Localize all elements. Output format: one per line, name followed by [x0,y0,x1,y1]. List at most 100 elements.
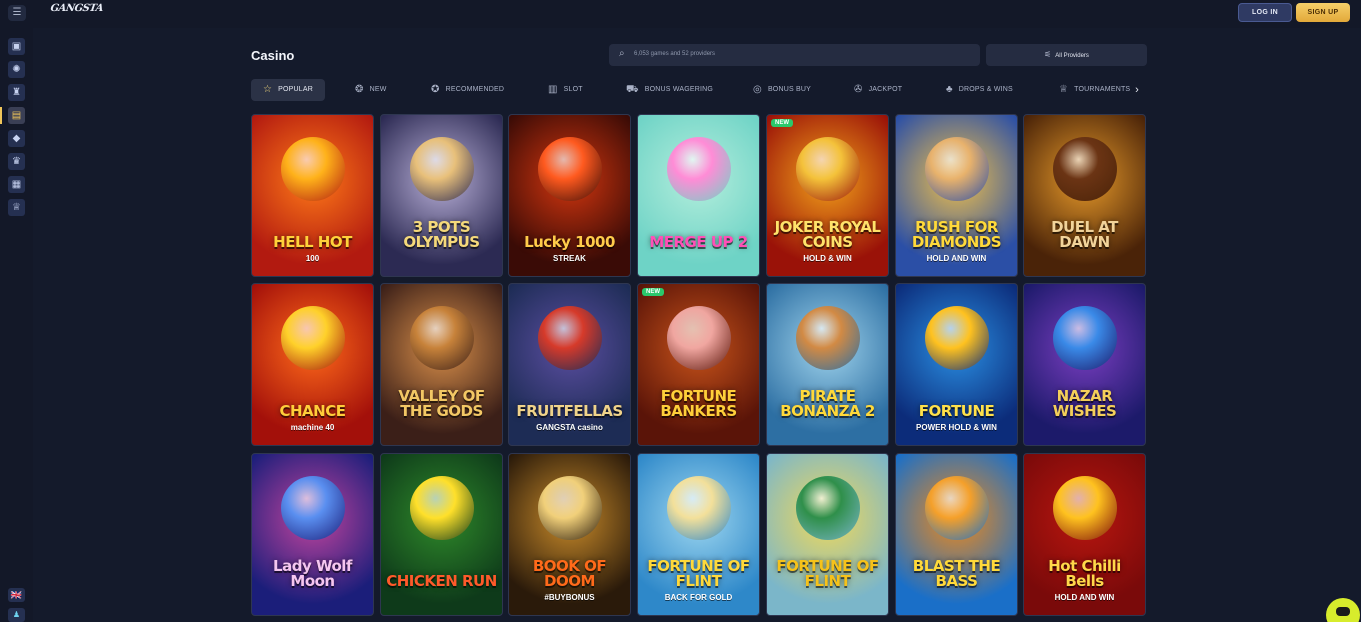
star-icon: ☆ [263,84,273,95]
game-title: CHICKEN RUN [386,572,497,590]
game-tile[interactable]: FORTUNE BANKERS NEW [637,283,760,446]
game-title: HELL HOT [273,233,352,251]
game-tile[interactable]: FORTUNE OF FLINT [766,453,889,616]
search-icon: ⌕ [619,48,625,59]
search-placeholder: 6,053 games and 52 providers [634,51,716,57]
game-tile[interactable]: Lady Wolf Moon [251,453,374,616]
search-input[interactable]: ⌕ 6,053 games and 52 providers [609,44,980,66]
slot-machine-icon[interactable]: ▤ [8,107,25,124]
tab-label: POPULAR [278,86,314,93]
game-artwork [537,137,602,201]
all-providers-button[interactable]: ⚟ All Providers [986,44,1147,66]
game-title: DUEL AT DAWN [1051,218,1118,251]
game-artwork [795,137,860,201]
game-tile[interactable]: MERGE UP 2 [637,114,760,277]
tab-label: JACKPOT [868,86,903,93]
game-tile[interactable]: FORTUNE OF FLINT BACK FOR GOLD [637,453,760,616]
tab-label: BONUS BUY [767,86,811,93]
game-artwork [924,137,989,201]
game-subtitle: POWER HOLD & WIN [916,423,997,432]
game-title: MERGE UP 2 [649,233,748,251]
tab-bonus-wagering[interactable]: ⛟ BONUS WAGERING [626,79,713,101]
tab-label: DROPS & WINS [958,86,1013,93]
game-title: FORTUNE [918,402,995,420]
game-artwork [795,476,860,540]
gift-icon[interactable]: ▣ [8,38,25,55]
game-artwork [924,476,989,540]
game-title: VALLEY OF THE GODS [398,387,485,420]
game-tile[interactable]: CHANCE machine 40 [251,283,374,446]
new-badge: NEW [771,119,793,127]
tab-drops-wins[interactable]: ♣ DROPS & WINS [946,79,1013,101]
tab-tournaments[interactable]: ♕ TOURNAMENTS [1059,79,1130,101]
bonus-icon: ⛟ [626,84,639,95]
tab-popular[interactable]: ☆ POPULAR [251,79,326,101]
game-tile[interactable]: BLAST THE BASS [895,453,1018,616]
slot-icon: ▥ [548,84,558,95]
game-tile[interactable]: PIRATE BONANZA 2 [766,283,889,446]
game-title: PIRATE BONANZA 2 [780,387,875,420]
tab-new[interactable]: ❂ NEW [355,79,387,101]
crown-icon[interactable]: ♕ [8,199,25,216]
game-title: JOKER ROYAL COINS [774,218,881,251]
coins-icon: ◎ [753,84,762,95]
chat-icon[interactable] [1326,598,1360,622]
game-tile[interactable]: CHICKEN RUN [380,453,503,616]
game-tile[interactable]: Hot Chilli Bells HOLD AND WIN [1023,453,1146,616]
sidebar-bottom-icon[interactable]: ♟ [8,608,25,622]
game-title: RUSH FOR DIAMONDS [911,218,1002,251]
new-badge: NEW [642,288,664,296]
wheel-icon[interactable]: ✺ [8,61,25,78]
game-artwork [1052,306,1117,370]
game-artwork [924,306,989,370]
game-tile[interactable]: Lucky 1000 STREAK [508,114,631,277]
tab-jackpot[interactable]: ✇ JACKPOT [854,79,902,101]
jackpot-icon: ✇ [854,84,863,95]
game-subtitle: #BUYBONUS [544,593,595,602]
game-tile[interactable]: FORTUNE POWER HOLD & WIN [895,283,1018,446]
drops-icon: ♣ [946,84,953,95]
game-artwork [537,306,602,370]
trophy-icon: ♕ [1059,84,1069,95]
game-title: FRUITFELLAS [516,402,623,420]
game-artwork [1052,476,1117,540]
game-artwork [409,137,474,201]
sidebar-active-marker [0,107,2,124]
login-button[interactable]: LOG IN [1238,3,1292,22]
tab-slot[interactable]: ▥ SLOT [548,79,583,101]
game-tile[interactable]: 3 POTS OLYMPUS [380,114,503,277]
game-tile[interactable]: NAZAR WISHES [1023,283,1146,446]
game-tile[interactable]: DUEL AT DAWN [1023,114,1146,277]
game-artwork [537,476,602,540]
all-providers-label: All Providers [1055,53,1089,59]
tab-label: NEW [369,86,387,93]
game-title: FORTUNE OF FLINT [647,557,750,590]
game-artwork [280,306,345,370]
game-subtitle: STREAK [553,254,586,263]
tab-bonus-buy[interactable]: ◎ BONUS BUY [753,79,811,101]
game-tile[interactable]: RUSH FOR DIAMONDS HOLD AND WIN [895,114,1018,277]
language-flag-icon[interactable]: 🇬🇧 [8,588,25,602]
chevron-right-icon[interactable]: › [1130,80,1144,100]
logo[interactable]: GANGSTA [49,3,104,21]
game-tile[interactable]: HELL HOT 100 [251,114,374,277]
category-tabs: ☆ POPULAR ❂ NEW ✪ RECOMMENDED ▥ SLOT ⛟ BONUS WAGE… [251,79,1131,101]
shop-icon[interactable]: ▦ [8,176,25,193]
rocket-icon[interactable]: ♜ [8,84,25,101]
tab-recommended[interactable]: ✪ RECOMMENDED [431,79,504,101]
menu-icon[interactable]: ☰ [8,5,26,21]
trophy-icon[interactable]: ♛ [8,153,25,170]
game-tile[interactable]: FRUITFELLAS GANGSTA casino [508,283,631,446]
game-subtitle: machine 40 [290,423,335,432]
game-tile[interactable]: VALLEY OF THE GODS [380,283,503,446]
game-title: Lady Wolf Moon [273,557,352,590]
game-artwork [666,306,731,370]
game-tile[interactable]: BOOK OF DOOM #BUYBONUS [508,453,631,616]
game-title: FORTUNE OF FLINT [776,557,879,590]
signup-button[interactable]: SIGN UP [1296,3,1350,22]
game-artwork [795,306,860,370]
badge-icon: ✪ [431,84,440,95]
game-tile[interactable]: JOKER ROYAL COINS HOLD & WIN NEW [766,114,889,277]
sidebar: ▣ ✺ ♜ ▤ ◆ ♛ ▦ ♕ [0,28,33,622]
diamond-icon[interactable]: ◆ [8,130,25,147]
